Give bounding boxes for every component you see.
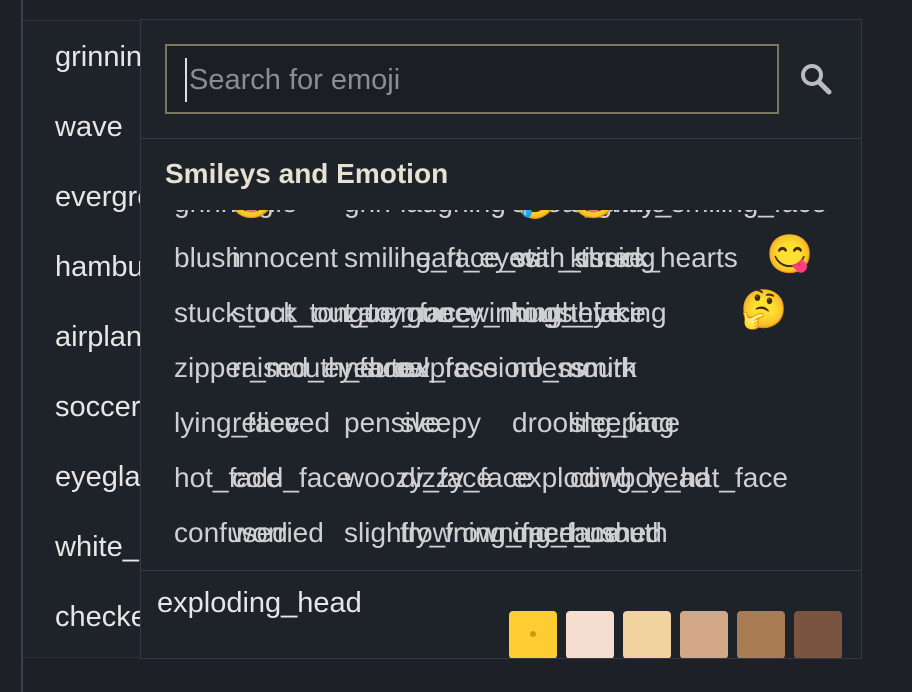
emoji-cell-hushed[interactable]: hushed [570, 516, 662, 550]
emoji-cell-sleeping[interactable]: sleeping [570, 406, 674, 440]
emoji-glyph-icon[interactable]: 😋 [766, 233, 813, 277]
emoji-glyph-icon[interactable]: 😂 [570, 210, 617, 222]
search-input[interactable] [185, 58, 751, 102]
divider [141, 138, 861, 139]
list-item[interactable]: soccer [55, 390, 140, 424]
emoji-picker: Smileys and Emotion grinningsmilegrinlau… [140, 19, 862, 659]
emoji-glyph-icon[interactable]: 🤔 [740, 288, 787, 332]
emoji-cell-cold-face[interactable]: cold_face [232, 461, 352, 495]
background-emoji-list: grinning wave evergreen_tree hamburger a… [55, 20, 145, 660]
emoji-cell-worried[interactable]: worried [232, 516, 324, 550]
emoji-grid: grinningsmilegrinlaughingsweat_smileslig… [174, 210, 861, 570]
list-item[interactable]: grinning [55, 40, 145, 74]
skin-tone-swatch[interactable] [794, 611, 842, 658]
list-item[interactable]: evergreen_tree [55, 180, 145, 214]
emoji-glyph-icon[interactable]: 😃 [228, 210, 275, 222]
skin-tone-swatch[interactable] [737, 611, 785, 658]
emoji-glyph-icon[interactable]: 🤣 [512, 210, 559, 222]
picker-footer: exploding_head [141, 570, 861, 658]
emoji-cell-relieved[interactable]: relieved [232, 406, 330, 440]
list-item[interactable]: eyeglasses [55, 460, 145, 494]
list-item[interactable]: checkered_flag [55, 600, 145, 634]
list-item[interactable]: airplane [55, 320, 145, 354]
selected-indicator [530, 631, 536, 637]
skin-tone-swatch[interactable] [623, 611, 671, 658]
list-item[interactable]: hamburger [55, 250, 145, 284]
skin-tone-swatch[interactable] [566, 611, 614, 658]
list-item[interactable]: wave [55, 110, 123, 144]
skin-tone-swatch[interactable] [509, 611, 557, 658]
emoji-cell-grin[interactable]: grin [344, 210, 391, 220]
preview-name: exploding_head [157, 587, 362, 619]
category-title: Smileys and Emotion [165, 158, 449, 189]
skin-tone-swatch[interactable] [680, 611, 728, 658]
emoji-cell-blush[interactable]: blush [174, 241, 241, 275]
emoji-cell-thinking[interactable]: thinking [570, 296, 667, 330]
search-icon[interactable] [799, 62, 833, 96]
emoji-cell-innocent[interactable]: innocent [232, 241, 338, 275]
emoji-cell-smirk[interactable]: smirk [570, 351, 637, 385]
emoji-cell-sleepy[interactable]: sleepy [400, 406, 481, 440]
list-item[interactable]: white_check_mark [55, 530, 145, 564]
search-box [165, 44, 779, 114]
emoji-cell-cowboy-hat-face[interactable]: cowboy_hat_face [570, 461, 788, 495]
emoji-cell-kissing[interactable]: kissing [570, 241, 656, 275]
emoji-cell-laughing[interactable]: laughing [400, 210, 506, 220]
emoji-cell-hugs[interactable]: hugs [512, 296, 573, 330]
